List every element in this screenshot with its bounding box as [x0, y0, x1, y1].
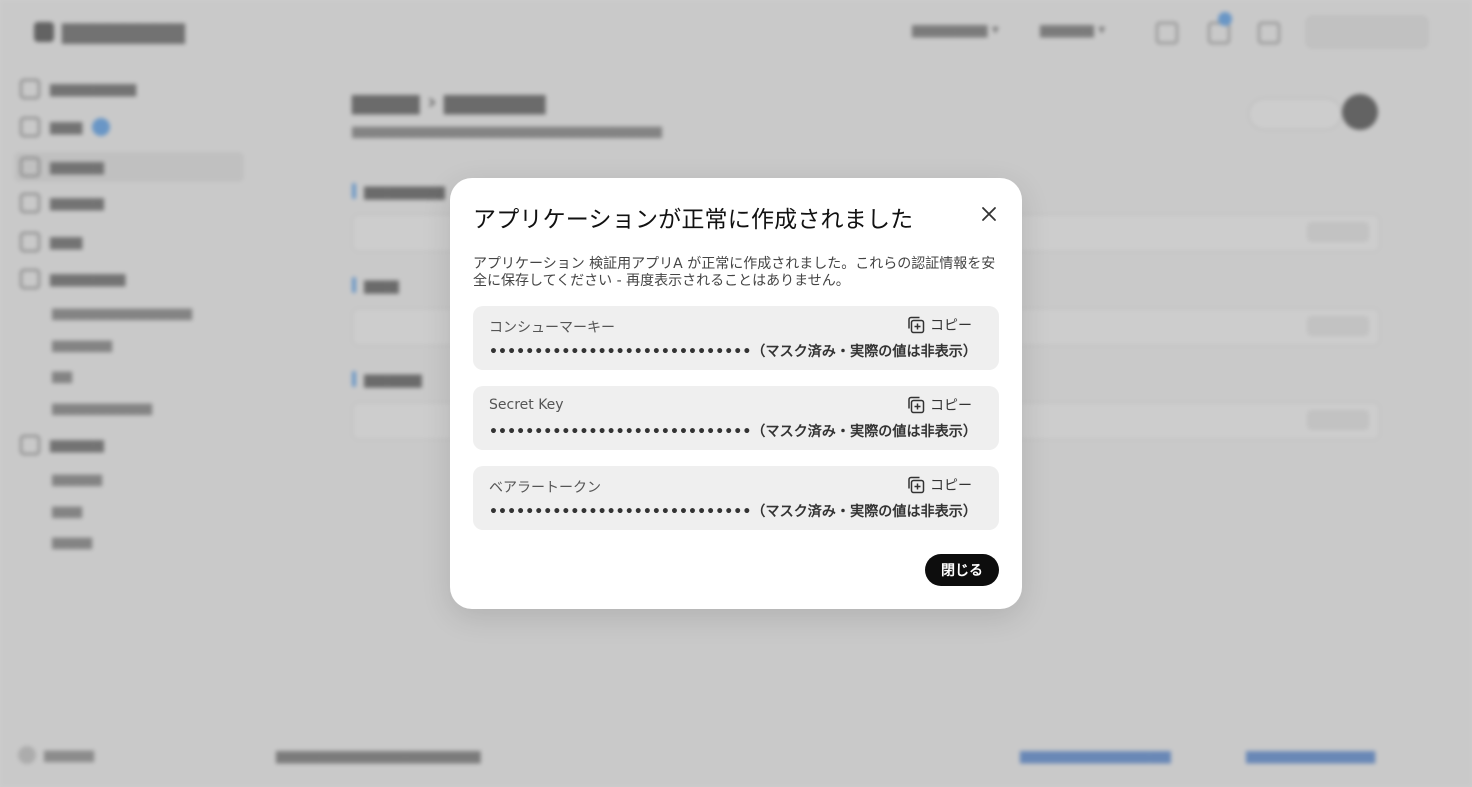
credential-consumer-key: コンシューマーキー コピー ••••••••••••••••••••••••••… — [473, 306, 999, 370]
credentials-modal: アプリケーションが正常に作成されました アプリケーション 検証用アプリA が正常… — [450, 178, 1022, 609]
copy-button[interactable]: コピー — [906, 315, 972, 335]
modal-description: アプリケーション 検証用アプリA が正常に作成されました。これらの認証情報を安全… — [473, 256, 996, 289]
close-dialog-button[interactable]: 閉じる — [925, 554, 999, 586]
copy-label: コピー — [930, 478, 972, 494]
copy-label: コピー — [930, 398, 972, 414]
copy-icon — [908, 316, 925, 334]
copy-icon — [908, 396, 925, 414]
copy-button[interactable]: コピー — [906, 395, 972, 415]
credential-value: •••••••••••••••••••••••••••••（マスク済み・実際の値… — [489, 344, 977, 360]
close-button[interactable] — [977, 202, 1001, 226]
copy-label: コピー — [930, 318, 972, 334]
copy-button[interactable]: コピー — [906, 475, 972, 495]
credential-label: Secret Key — [489, 397, 564, 413]
credential-label: ベアラートークン — [489, 480, 601, 496]
credential-secret-key: Secret Key コピー •••••••••••••••••••••••••… — [473, 386, 999, 450]
close-icon — [982, 207, 996, 221]
credential-value: •••••••••••••••••••••••••••••（マスク済み・実際の値… — [489, 424, 977, 440]
credential-value: •••••••••••••••••••••••••••••（マスク済み・実際の値… — [489, 504, 977, 520]
modal-title: アプリケーションが正常に作成されました — [473, 207, 914, 233]
credential-label: コンシューマーキー — [489, 320, 615, 336]
copy-icon — [908, 476, 925, 494]
credential-bearer-token: ベアラートークン コピー •••••••••••••••••••••••••••… — [473, 466, 999, 530]
